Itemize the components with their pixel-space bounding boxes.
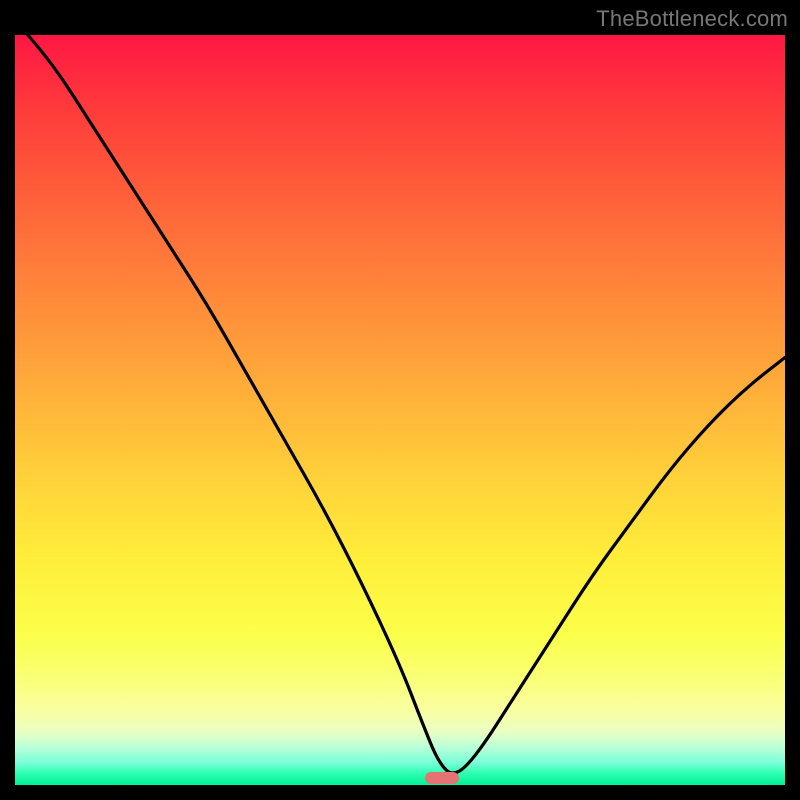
minimum-marker <box>425 772 459 784</box>
chart-stage: TheBottleneck.com <box>0 0 800 800</box>
bottleneck-curve <box>15 35 785 785</box>
plot-area <box>15 35 785 785</box>
watermark-label: TheBottleneck.com <box>596 6 788 32</box>
